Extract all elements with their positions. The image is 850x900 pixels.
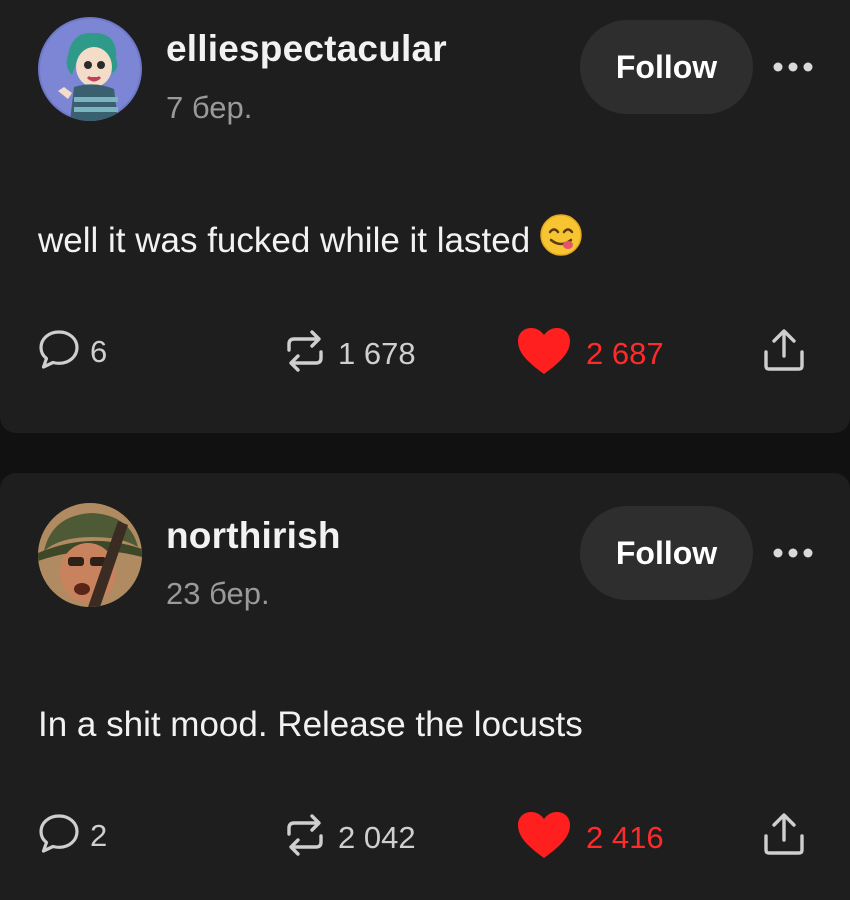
post-timestamp: 23 бер. xyxy=(166,576,270,611)
like-count: 2 416 xyxy=(586,819,664,855)
reblog-arrows-icon xyxy=(280,326,330,381)
heart-icon xyxy=(516,326,572,381)
share-button[interactable] xyxy=(760,326,808,379)
username[interactable]: elliespectacular xyxy=(166,28,447,70)
follow-button[interactable]: Follow xyxy=(580,20,753,114)
reblog-count: 2 042 xyxy=(338,819,416,855)
post-timestamp: 7 бер. xyxy=(166,90,253,125)
reblog-count: 1 678 xyxy=(338,335,416,371)
comment-bubble-icon xyxy=(36,810,82,861)
comment-count: 6 xyxy=(90,333,108,369)
heart-icon xyxy=(516,810,572,865)
avatar[interactable] xyxy=(38,17,142,121)
like-count: 2 687 xyxy=(586,335,664,371)
face-savoring-food-icon xyxy=(538,212,584,267)
like-button[interactable]: 2 687 xyxy=(516,326,664,381)
post-card: elliespectacular 7 бер. Follow well it w… xyxy=(0,0,850,433)
share-icon xyxy=(760,326,808,379)
comment-button[interactable]: 2 xyxy=(36,810,107,861)
more-options-icon[interactable] xyxy=(768,538,818,568)
post-body: In a shit mood. Release the locusts xyxy=(38,705,583,745)
avatar[interactable] xyxy=(38,503,142,607)
post-card: northirish 23 бер. Follow In a shit mood… xyxy=(0,473,850,900)
share-icon xyxy=(760,810,808,863)
follow-button[interactable]: Follow xyxy=(580,506,753,600)
post-body-text: well it was fucked while it lasted xyxy=(38,220,531,260)
share-button[interactable] xyxy=(760,810,808,863)
reblog-button[interactable]: 2 042 xyxy=(280,810,416,865)
more-options-icon[interactable] xyxy=(768,52,818,82)
like-button[interactable]: 2 416 xyxy=(516,810,664,865)
username[interactable]: northirish xyxy=(166,515,341,557)
comment-button[interactable]: 6 xyxy=(36,326,107,377)
comment-count: 2 xyxy=(90,817,108,853)
reblog-arrows-icon xyxy=(280,810,330,865)
post-body: well it was fucked while it lasted xyxy=(38,214,584,267)
post-feed: elliespectacular 7 бер. Follow well it w… xyxy=(0,0,850,900)
post-body-text: In a shit mood. Release the locusts xyxy=(38,705,583,744)
comment-bubble-icon xyxy=(36,326,82,377)
reblog-button[interactable]: 1 678 xyxy=(280,326,416,381)
